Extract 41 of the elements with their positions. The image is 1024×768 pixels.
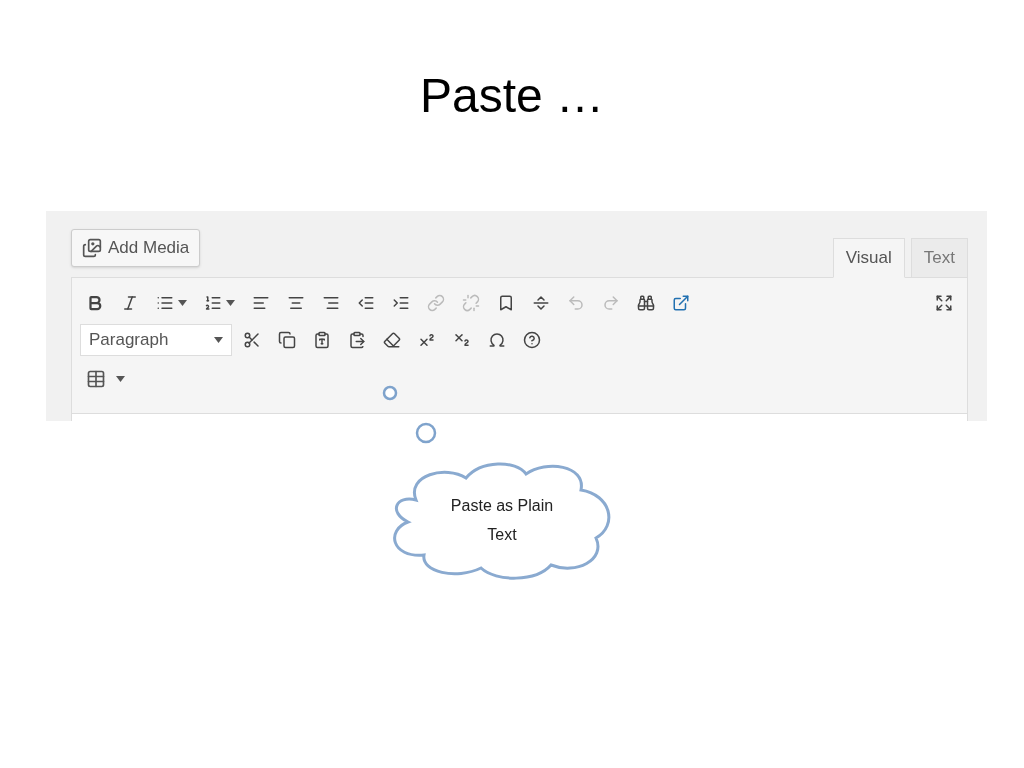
caret-icon bbox=[214, 337, 223, 343]
media-icon bbox=[82, 238, 102, 258]
cut-icon bbox=[243, 331, 261, 349]
callout-dot bbox=[382, 385, 398, 401]
italic-icon bbox=[121, 294, 139, 312]
bookmark-icon bbox=[497, 294, 515, 312]
indent-icon bbox=[392, 294, 410, 312]
format-select[interactable]: Paragraph bbox=[80, 324, 232, 356]
help-icon bbox=[523, 331, 541, 349]
superscript-icon bbox=[418, 331, 436, 349]
callout-dot bbox=[415, 422, 437, 444]
subscript-icon bbox=[453, 331, 471, 349]
table-icon bbox=[86, 369, 106, 389]
omega-icon bbox=[488, 331, 506, 349]
separator-icon bbox=[532, 294, 550, 312]
align-left-icon bbox=[252, 294, 270, 312]
fullscreen-icon bbox=[935, 294, 953, 312]
align-right-icon bbox=[322, 294, 340, 312]
link-icon bbox=[427, 294, 445, 312]
eraser-icon bbox=[383, 331, 401, 349]
bulleted-list-icon bbox=[156, 294, 174, 312]
caret-icon bbox=[116, 376, 125, 382]
callout-text: Paste as Plain Text bbox=[449, 496, 555, 545]
editor-tab[interactable]: Visual bbox=[832, 238, 905, 278]
bold-icon bbox=[86, 294, 104, 312]
add-media-button[interactable]: Add Media bbox=[71, 229, 201, 267]
paste-text-icon bbox=[313, 331, 331, 349]
caret-icon bbox=[178, 300, 187, 306]
binoculars-icon bbox=[637, 294, 655, 312]
unlink-icon bbox=[462, 294, 480, 312]
paste-icon bbox=[348, 331, 366, 349]
editor-tab[interactable]: Text bbox=[910, 238, 968, 278]
outdent-icon bbox=[357, 294, 375, 312]
external-link-icon bbox=[672, 294, 690, 312]
numbered-list-icon bbox=[204, 294, 222, 312]
slide-title: Paste … bbox=[419, 68, 605, 124]
align-center-icon bbox=[287, 294, 305, 312]
caret-icon bbox=[226, 300, 235, 306]
copy-icon bbox=[278, 331, 296, 349]
redo-icon bbox=[602, 294, 620, 312]
undo-icon bbox=[567, 294, 585, 312]
